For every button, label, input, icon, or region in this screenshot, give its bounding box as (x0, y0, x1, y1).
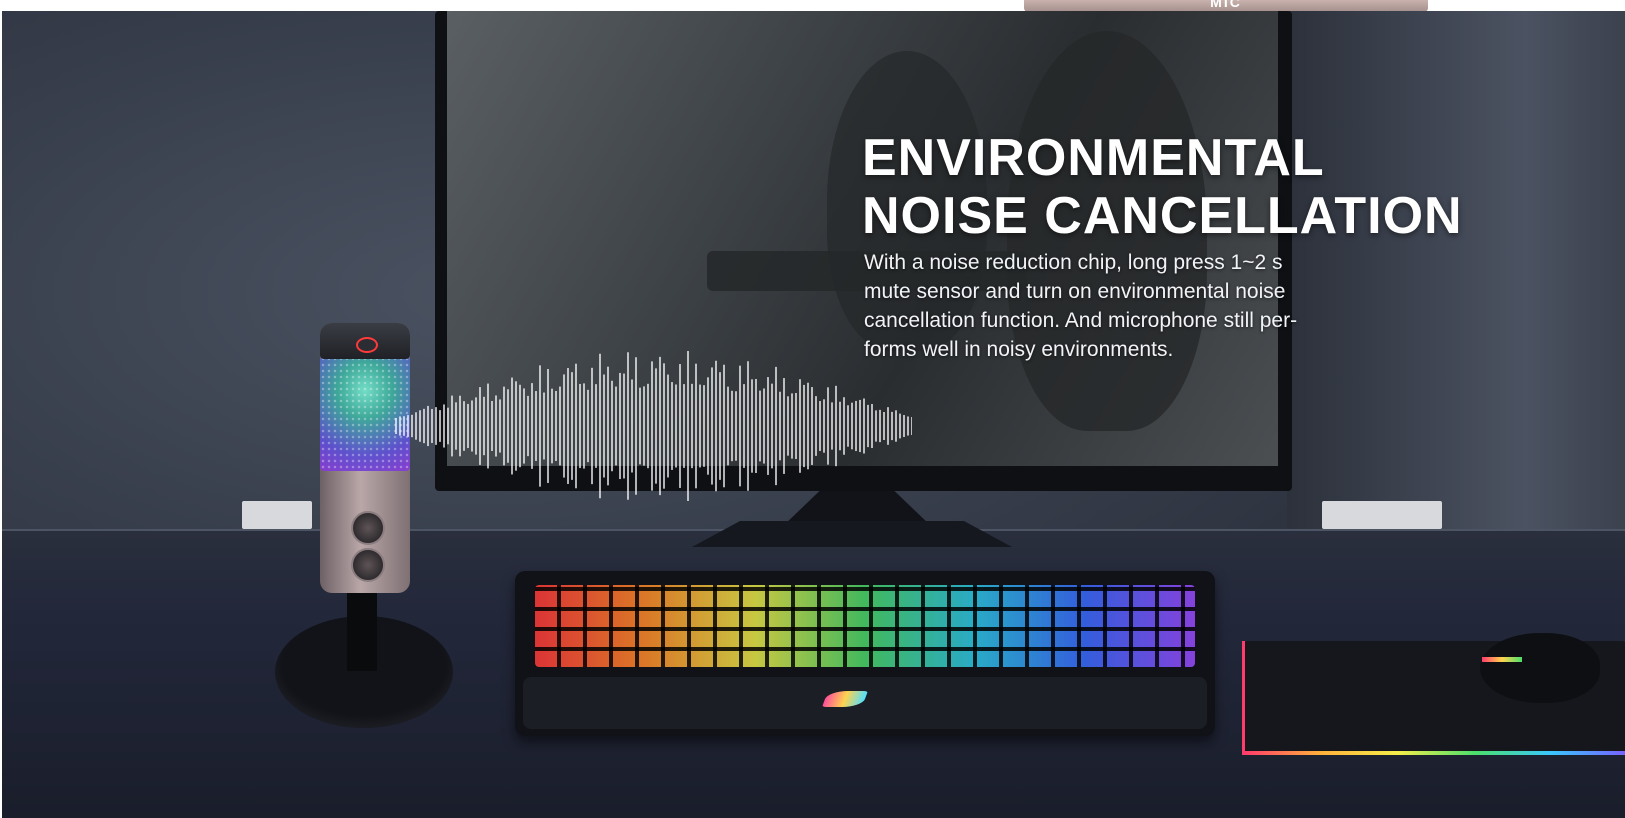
right-speaker (1322, 501, 1442, 529)
monitor-base (692, 521, 1012, 547)
mouse-rgb-strip (1482, 657, 1522, 662)
product-tab-label: MIC (1210, 0, 1242, 10)
description-line: forms well in noisy environments. (864, 338, 1174, 361)
mic-gain-knob (351, 511, 385, 545)
description-line: With a noise reduction chip, long press … (864, 251, 1283, 274)
mute-sensor-icon (356, 337, 378, 353)
mic-volume-knob (351, 548, 385, 582)
wrist-rest (523, 677, 1207, 729)
left-speaker (242, 501, 312, 529)
product-banner: ENVIRONMENTAL NOISE CANCELLATION With a … (2, 11, 1625, 818)
description-line: mute sensor and turn on environmental no… (864, 280, 1286, 303)
banner-description: With a noise reduction chip, long press … (864, 248, 1384, 364)
keyboard-image (515, 571, 1215, 736)
banner-headline: ENVIRONMENTAL NOISE CANCELLATION (862, 129, 1463, 245)
headline-line: ENVIRONMENTAL (862, 129, 1325, 187)
sound-wave-icon (395, 351, 912, 501)
headline-line: NOISE CANCELLATION (862, 187, 1463, 245)
gaming-mouse (1480, 633, 1600, 703)
keyboard-key-rows (535, 585, 1195, 667)
description-line: cancellation function. And microphone st… (864, 309, 1298, 332)
